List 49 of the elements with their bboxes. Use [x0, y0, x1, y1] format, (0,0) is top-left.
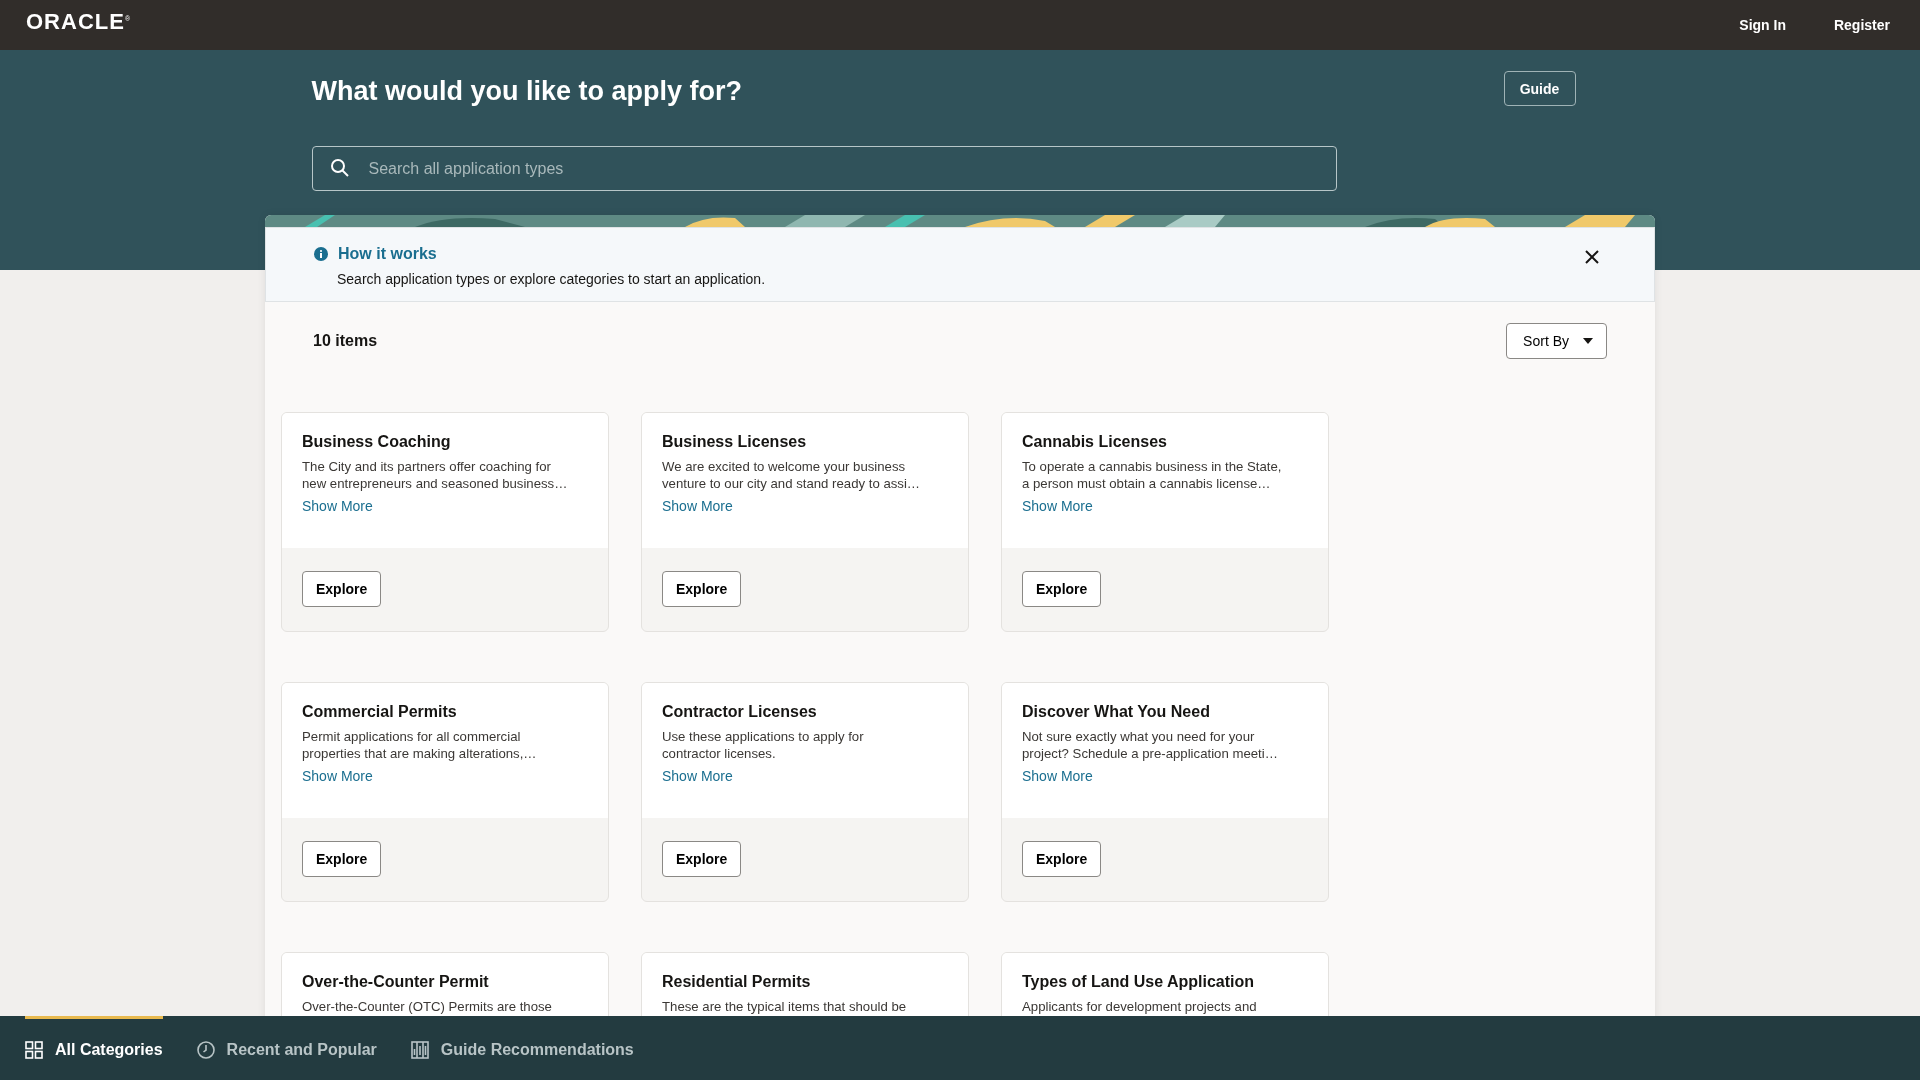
- notice-text: Search application types or explore categories to start an application.: [337, 271, 767, 287]
- explore-button[interactable]: Explore: [1022, 841, 1102, 877]
- card-title: Business Licenses: [662, 433, 808, 451]
- category-tab[interactable]: Guide Recommendations: [410, 1016, 634, 1080]
- card-title: Business Coaching: [302, 433, 452, 451]
- card-title: Commercial Permits: [302, 703, 458, 721]
- header-link[interactable]: Sign In: [1739, 17, 1786, 33]
- clock-icon: [196, 1040, 215, 1059]
- card-description: Over-the-Counter (OTC) Permits are those: [302, 999, 553, 1016]
- card-description: The City and its partners offer coaching for new entrepreneurs and seasoned business…: [302, 459, 569, 492]
- page-title: What would you like to apply for?: [311, 76, 742, 107]
- guide-button[interactable]: Guide: [1503, 71, 1576, 106]
- card-title: Cannabis Licenses: [1022, 433, 1168, 451]
- notice-title: How it works: [338, 245, 437, 263]
- search-icon: [329, 158, 350, 178]
- search-field[interactable]: Search all application types: [311, 146, 1337, 191]
- oracle-logo[interactable]: ORACLE$^{®}$: [26, 9, 132, 35]
- card-title: Types of Land Use Application: [1022, 973, 1256, 991]
- card-description: Not sure exactly what you need for your project? Schedule a pre-application meeti…: [1022, 729, 1279, 762]
- category-tab[interactable]: Recent and Popular: [196, 1016, 377, 1080]
- card-description: To operate a cannabis business in the State, a person must obtain a cannabis license…: [1022, 459, 1283, 492]
- card-description: Use these applications to apply for contractor licenses.: [662, 729, 865, 762]
- item-count: 10 items: [313, 332, 378, 350]
- card-description: We are excited to welcome your business venture to our city and stand ready to assi…: [662, 459, 922, 492]
- card-title: Residential Permits: [662, 973, 812, 991]
- explore-button[interactable]: Explore: [662, 841, 742, 877]
- info-icon: [314, 247, 328, 261]
- card-title: Contractor Licenses: [662, 703, 818, 721]
- explore-button[interactable]: Explore: [302, 841, 382, 877]
- caret-icon: [1583, 338, 1593, 344]
- grid-icon: [25, 1040, 43, 1059]
- card-description: These are the typical items that should be: [662, 999, 908, 1016]
- explore-button[interactable]: Explore: [302, 571, 382, 607]
- show-more-link[interactable]: Show More: [662, 768, 733, 784]
- card-description: Applicants for development projects and: [1022, 999, 1258, 1016]
- sort-button[interactable]: Sort By: [1506, 323, 1607, 359]
- category-tab[interactable]: All Categories: [25, 1016, 163, 1080]
- show-more-link[interactable]: Show More: [302, 498, 373, 514]
- columns-icon: [410, 1040, 429, 1059]
- show-more-link[interactable]: Show More: [1022, 498, 1093, 514]
- card-title: Discover What You Need: [1022, 703, 1211, 721]
- explore-button[interactable]: Explore: [662, 571, 742, 607]
- show-more-link[interactable]: Show More: [662, 498, 733, 514]
- show-more-link[interactable]: Show More: [1022, 768, 1093, 784]
- show-more-link[interactable]: Show More: [302, 768, 373, 784]
- card-description: Permit applications for all commercial properties that are making alterations,…: [302, 729, 538, 762]
- header-link[interactable]: Register: [1833, 17, 1890, 33]
- card-title: Over-the-Counter Permit: [302, 973, 490, 991]
- explore-button[interactable]: Explore: [1022, 571, 1102, 607]
